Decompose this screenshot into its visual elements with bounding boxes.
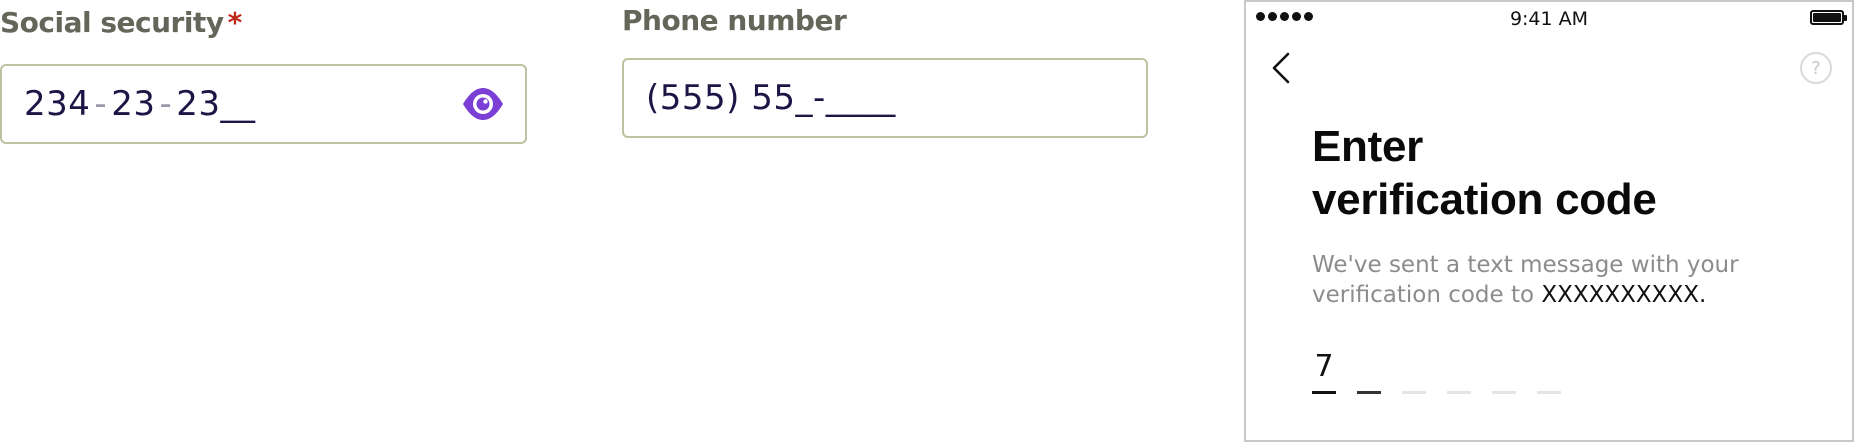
ssn-separator: - <box>159 84 173 124</box>
code-digit-box[interactable]: 7 <box>1312 342 1336 394</box>
ssn-label: Social security * <box>0 6 242 39</box>
verification-instructions: We've sent a text message with your veri… <box>1312 250 1832 310</box>
ssn-part-1: 234 <box>24 84 91 124</box>
phone-label-text: Phone number <box>622 4 847 37</box>
phone-value: (555) 55_-____ <box>646 78 896 118</box>
code-underline <box>1402 391 1426 394</box>
phone-input[interactable]: (555) 55_-____ <box>622 58 1148 138</box>
status-bar: 9:41 AM <box>1246 2 1852 36</box>
phone-label: Phone number <box>622 4 847 37</box>
eye-icon[interactable] <box>461 82 505 126</box>
code-digit-box[interactable] <box>1447 342 1471 394</box>
destination-number: XXXXXXXXXX. <box>1541 282 1707 308</box>
code-underline <box>1357 391 1381 394</box>
ssn-separator: - <box>94 84 108 124</box>
code-digit-box[interactable] <box>1492 342 1516 394</box>
ssn-value: 234-23-23__ <box>24 84 256 124</box>
code-digit: 7 <box>1314 349 1334 384</box>
page-title: Enter verification code <box>1312 120 1832 226</box>
heading-line-2: verification code <box>1312 175 1657 224</box>
phone-mockup: 9:41 AM ? Enter verification code We've … <box>1244 0 1854 442</box>
code-underline <box>1537 391 1561 394</box>
ssn-input[interactable]: 234-23-23__ <box>0 64 527 144</box>
ssn-part-2: 23 <box>111 84 156 124</box>
heading-line-1: Enter <box>1312 122 1423 171</box>
ssn-label-text: Social security <box>0 6 224 39</box>
code-digit-box[interactable] <box>1357 342 1381 394</box>
chevron-left-icon[interactable] <box>1264 48 1300 88</box>
code-underline <box>1447 391 1471 394</box>
code-underline <box>1312 391 1336 394</box>
code-underline <box>1492 391 1516 394</box>
verification-code-input[interactable]: 7 <box>1312 342 1561 394</box>
battery-icon <box>1810 10 1847 25</box>
code-digit-box[interactable] <box>1402 342 1426 394</box>
help-button[interactable]: ? <box>1800 52 1832 84</box>
code-digit-box[interactable] <box>1537 342 1561 394</box>
required-marker: * <box>227 6 243 39</box>
status-time: 9:41 AM <box>1509 8 1589 30</box>
ssn-part-3: 23__ <box>176 84 256 124</box>
